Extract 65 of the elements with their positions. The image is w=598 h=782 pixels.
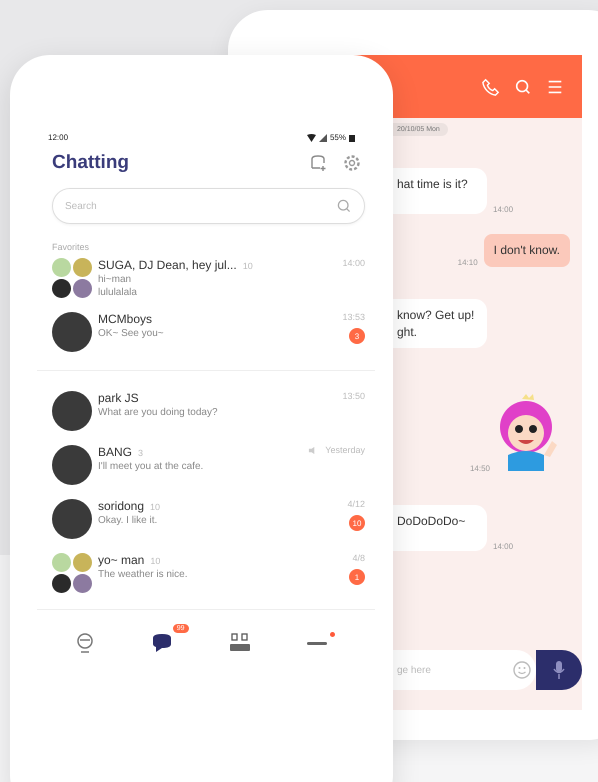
status-time: 12:00 [48,133,68,142]
chat-name: MCMboys [98,312,152,326]
battery-level: 55% [330,133,346,142]
message-bubble: hat time is it? [393,168,487,214]
message-preview: hi~man [98,274,132,285]
message-preview: What are you doing today? [98,407,219,418]
member-count: 3 [138,448,144,458]
member-count: 10 [242,261,253,271]
chat-time: Yesterday [325,445,365,455]
message-preview: lululalala [98,287,138,298]
chat-item[interactable]: yo~ man 10 The weather is nice. 4/8 1 [52,553,365,593]
chat-item[interactable]: park JS What are you doing today? 13:50 [52,391,365,431]
avatar-placeholder [52,445,92,485]
microphone-button[interactable] [536,650,582,690]
message-bubble: DoDoDoDo~ [393,505,487,552]
chat-item[interactable]: soridong 10 Okay. I like it. 4/12 10 [52,499,365,539]
smiley-icon[interactable] [512,660,532,680]
notification-dot [330,632,334,637]
wifi-icon [306,134,316,142]
group-avatar [52,258,92,298]
chat-time: 4/12 [347,499,365,509]
phone-icon[interactable] [482,78,500,96]
message-preview: I'll meet you at the cafe. [98,461,204,472]
screen-title: Chatting [52,152,130,174]
message-time: 14:00 [493,542,514,552]
chat-time: 14:00 [342,258,365,268]
chat-item[interactable]: MCMboys OK~ See you~ 13:53 3 [52,312,365,352]
chat-name: yo~ man [98,553,144,567]
chat-item[interactable]: BANG 3 I'll meet you at the cafe. Yesterday [52,445,365,485]
chat-time: 13:53 [342,312,365,322]
avatar-placeholder [52,499,92,539]
message-preview: Okay. I like it. [98,515,158,526]
search-icon[interactable] [336,198,352,214]
avatar-placeholder [52,312,92,352]
more-icon [306,642,326,644]
microphone-icon [552,660,566,680]
member-count: 10 [150,502,160,512]
signal-icon [318,134,327,142]
chat-item[interactable]: SUGA, DJ Dean, hey jul... 10 hi~man lululalala 14:00 [52,258,365,298]
message-time: 14:00 [493,205,514,214]
unread-badge: 10 [349,515,365,531]
chat-time: 13:50 [342,391,365,401]
settings-icon[interactable] [342,153,362,173]
chat-name: SUGA, DJ Dean, hey jul... [98,258,237,272]
group-avatar [52,553,92,593]
battery-icon [349,134,355,142]
message-bubble: know? Get up! ght. [393,298,487,348]
message-time: 14:10 [458,258,478,267]
unread-badge: 3 [349,328,365,344]
avatar-placeholder [52,391,92,431]
member-count: 10 [150,556,160,566]
chat-time: 4/8 [352,553,365,563]
chat-name: soridong [98,499,144,513]
message-preview: The weather is nice. [98,569,188,580]
section-label: Favorites [52,242,90,252]
message-bubble: I don't know. [484,234,570,267]
mute-icon [308,446,318,454]
message-time: 14:50 [470,464,490,474]
message-preview: OK~ See you~ [98,328,165,339]
menu-board-icon [228,632,252,654]
unread-badge: 1 [349,569,365,585]
chat-bubble-icon [150,632,172,654]
chat-name: park JS [98,391,139,405]
chat-name: BANG [98,445,132,459]
search-icon[interactable] [514,78,532,96]
